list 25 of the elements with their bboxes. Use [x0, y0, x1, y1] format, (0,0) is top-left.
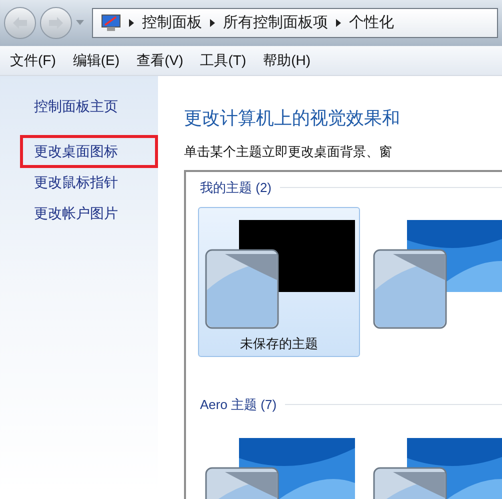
menu-item[interactable]: 编辑(E)	[72, 50, 120, 71]
back-arrow-icon	[12, 16, 28, 30]
group-header: Aero 主题 (7)	[200, 396, 277, 414]
theme-name: 未保存的主题	[239, 335, 319, 353]
sidebar-link[interactable]: 更改桌面图标	[20, 135, 158, 168]
description-text: 单击某个主题立即更改桌面背景、窗	[184, 143, 393, 161]
control-panel-icon	[101, 14, 121, 32]
menu-item[interactable]: 帮助(H)	[263, 50, 311, 71]
breadcrumb-link[interactable]: 所有控制面板项	[223, 12, 328, 34]
theme-tile[interactable]: 未保存的主题	[198, 207, 360, 357]
page-heading: 更改计算机上的视觉效果和	[184, 107, 401, 130]
breadcrumb-link[interactable]: 个性化	[349, 12, 394, 34]
forward-arrow-icon	[48, 16, 64, 30]
sidebar-link[interactable]: 更改鼠标指针	[20, 172, 118, 193]
menu-item[interactable]: 文件(F)	[10, 50, 56, 71]
sidebar-link[interactable]: 更改帐户图片	[20, 203, 118, 224]
menu-item[interactable]: 查看(V)	[136, 50, 184, 71]
address-field[interactable]: 控制面板 所有控制面板项 个性化	[92, 8, 498, 38]
breadcrumb-arrow-icon	[336, 19, 341, 27]
group-header: 我的主题 (2)	[200, 178, 272, 197]
breadcrumb-link[interactable]: 控制面板	[142, 12, 202, 34]
menu-item[interactable]: 工具(T)	[200, 50, 246, 71]
breadcrumb-arrow-icon	[210, 19, 215, 27]
breadcrumb-arrow-icon	[129, 19, 134, 27]
sidebar-link[interactable]: 控制面板主页	[34, 96, 118, 117]
